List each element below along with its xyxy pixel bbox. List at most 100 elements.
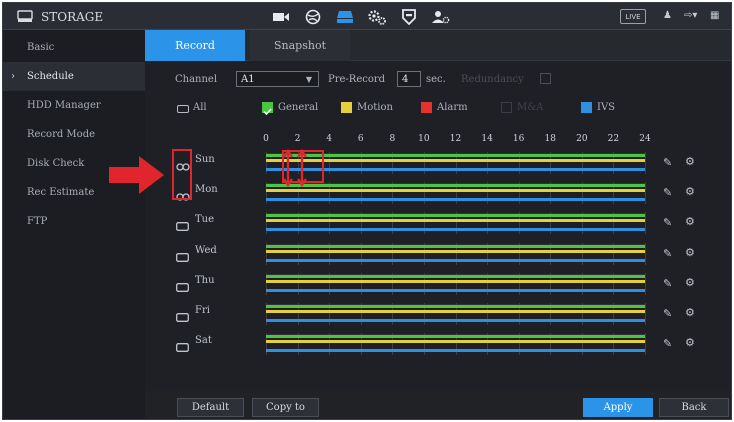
edit-pencil-icon[interactable]: ✎ [663,277,672,290]
edit-pencil-icon[interactable]: ✎ [663,156,672,169]
prerecord-label: Pre-Record [328,74,386,85]
sidebar-item-hdd-manager[interactable]: HDD Manager [3,91,145,120]
sidebar-item-basic[interactable]: Basic [3,33,145,62]
motion-schedule-bar[interactable] [266,249,645,253]
day-label: Fri [195,305,210,316]
ivs-schedule-bar[interactable] [266,228,645,232]
channel-value: A1 [241,73,255,85]
day-label: Tue [195,214,215,226]
redundancy-label: Redundancy [461,74,524,85]
timeline-tick-label: 24 [639,134,651,144]
general-schedule-bar[interactable] [266,214,645,218]
ivs-schedule-bar[interactable] [266,288,645,292]
edit-pencil-icon[interactable]: ✎ [663,186,672,199]
gear-icon[interactable]: ⚙ [685,155,695,168]
account-icon[interactable] [429,7,453,27]
channel-select[interactable]: A1 ▼ [236,71,319,87]
day-checkbox-icon[interactable] [176,247,189,266]
sidebar-item-schedule[interactable]: › Schedule [3,62,145,91]
ivs-schedule-bar[interactable] [266,349,645,353]
alarm-checkbox[interactable] [421,102,432,113]
gear-icon[interactable]: ⚙ [685,336,695,349]
chevron-right-icon: › [11,71,15,82]
page-title-text: STORAGE [41,9,104,24]
general-schedule-bar[interactable] [266,274,645,278]
user-icon[interactable]: ♟ [663,10,672,21]
tab-record[interactable]: Record [145,30,245,61]
network-icon[interactable] [301,7,325,27]
main-panel: Record Snapshot Channel A1 ▼ Pre-Record … [145,30,731,419]
prerecord-unit: sec. [426,74,446,85]
prerecord-input[interactable]: 4 [397,71,421,87]
day-checkbox-icon[interactable] [176,307,189,326]
general-schedule-bar[interactable] [266,244,645,248]
motion-schedule-bar[interactable] [266,310,645,313]
double-arrow-icon [283,148,307,188]
storage-icon [17,10,33,22]
camera-icon[interactable] [269,7,293,27]
timeline-tick-label: 10 [418,134,430,144]
storage-window: STORAGE LIVE ♟ ⇨▾ ▦ Basic › Schedule HDD… [2,2,732,420]
logout-icon[interactable]: ⇨▾ [684,10,697,21]
day-checkbox-icon[interactable] [176,337,189,356]
edit-pencil-icon[interactable]: ✎ [663,216,672,229]
gear-icon[interactable]: ⚙ [685,306,695,319]
timeline-tick-label: 6 [357,134,364,144]
timeline-tick-label: 4 [326,134,333,144]
general-schedule-bar[interactable] [266,335,645,339]
ma-checkbox[interactable] [501,102,512,113]
gear-icon[interactable]: ⚙ [685,185,695,198]
timeline-tick-label: 20 [576,134,588,144]
storage-nav-icon[interactable] [333,7,357,27]
legend-ma-label: M&A [517,102,544,113]
all-checkbox-icon[interactable] [177,105,189,113]
shield-icon[interactable] [397,7,421,27]
day-label: Mon [195,184,218,196]
settings-icon[interactable] [365,7,389,27]
gear-icon[interactable]: ⚙ [685,276,695,289]
day-label: Thu [195,274,215,286]
general-checkbox[interactable] [262,102,273,116]
dropdown-arrow-icon: ▼ [305,74,312,84]
ivs-schedule-bar[interactable] [266,198,645,202]
motion-schedule-bar[interactable] [266,189,645,193]
gear-icon[interactable]: ⚙ [685,246,695,259]
edit-pencil-icon[interactable]: ✎ [663,247,672,260]
edit-pencil-icon[interactable]: ✎ [663,337,672,350]
ivs-schedule-bar[interactable] [266,319,645,322]
timeline-tick-label: 2 [294,134,301,144]
timeline-tick-label: 12 [449,134,462,144]
default-button[interactable]: Default [177,398,244,417]
sidebar-item-label: Basic [27,42,55,53]
redundancy-checkbox[interactable] [540,73,551,84]
timeline-tick-label: 0 [263,134,269,144]
day-checkbox-icon[interactable] [176,277,189,296]
hour-gridline [645,152,646,174]
day-checkbox-icon[interactable] [176,216,189,235]
back-button[interactable]: Back [659,398,729,417]
general-schedule-bar[interactable] [266,184,645,188]
legend-ivs-label: IVS [597,102,616,113]
motion-schedule-bar[interactable] [266,279,645,283]
legend-general-label: General [278,102,319,113]
motion-schedule-bar[interactable] [266,340,645,344]
timeline-tick-label: 8 [389,134,396,144]
live-button[interactable]: LIVE [620,9,646,24]
ivs-checkbox[interactable] [581,102,592,113]
tab-bar: Record Snapshot [145,30,731,61]
motion-schedule-bar[interactable] [266,219,645,223]
motion-checkbox[interactable] [341,102,352,113]
edit-pencil-icon[interactable]: ✎ [663,307,672,320]
sidebar-item-record-mode[interactable]: Record Mode [3,120,145,149]
copy-to-button[interactable]: Copy to [252,398,319,417]
tab-snapshot[interactable]: Snapshot [250,30,350,61]
apply-button[interactable]: Apply [583,398,653,417]
gear-icon[interactable]: ⚙ [685,215,695,228]
general-schedule-bar[interactable] [266,305,645,308]
all-label: All [193,102,207,113]
grid-menu-icon[interactable]: ▦ [710,10,719,21]
ivs-schedule-bar[interactable] [266,258,645,262]
legend-alarm-label: Alarm [437,102,468,113]
sidebar-item-ftp[interactable]: FTP [3,207,145,236]
hour-gridline [645,212,646,235]
